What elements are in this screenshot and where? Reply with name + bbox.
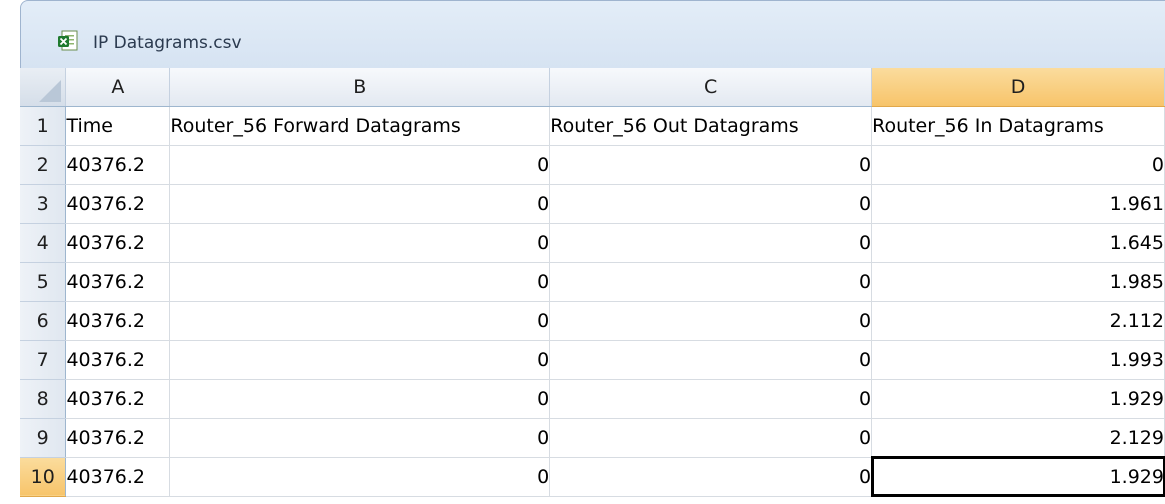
table-row: 5 40376.2 0 0 1.985 xyxy=(20,262,1165,302)
cell-b9[interactable]: 0 xyxy=(169,418,551,458)
column-header-a[interactable]: A xyxy=(65,68,171,107)
spreadsheet-window: IP Datagrams.csv A B C D 1 Time Router_5… xyxy=(0,0,1165,504)
cell-c4[interactable]: 0 xyxy=(549,223,873,263)
cell-a10[interactable]: 40376.2 xyxy=(65,457,171,497)
spreadsheet-grid: A B C D 1 Time Router_56 Forward Datagra… xyxy=(20,68,1165,497)
document-title: IP Datagrams.csv xyxy=(93,33,242,53)
cell-c10[interactable]: 0 xyxy=(549,457,873,497)
cell-b3[interactable]: 0 xyxy=(169,184,551,224)
cell-a4[interactable]: 40376.2 xyxy=(65,223,171,263)
cell-b7[interactable]: 0 xyxy=(169,340,551,380)
cell-c9[interactable]: 0 xyxy=(549,418,873,458)
cell-c7[interactable]: 0 xyxy=(549,340,873,380)
cell-c2[interactable]: 0 xyxy=(549,145,873,185)
cell-b6[interactable]: 0 xyxy=(169,301,551,341)
column-header-c[interactable]: C xyxy=(549,68,873,107)
cell-c1[interactable]: Router_56 Out Datagrams xyxy=(549,106,873,146)
cell-b1[interactable]: Router_56 Forward Datagrams xyxy=(169,106,551,146)
select-all-corner[interactable] xyxy=(20,68,67,107)
cell-d4[interactable]: 1.645 xyxy=(871,223,1165,263)
cell-b5[interactable]: 0 xyxy=(169,262,551,302)
cell-d1[interactable]: Router_56 In Datagrams xyxy=(871,106,1165,146)
row-header[interactable]: 10 xyxy=(20,457,67,497)
cell-a2[interactable]: 40376.2 xyxy=(65,145,171,185)
column-header-b[interactable]: B xyxy=(169,68,551,107)
excel-file-icon xyxy=(57,30,79,52)
cell-d6[interactable]: 2.112 xyxy=(871,301,1165,341)
table-row: 9 40376.2 0 0 2.129 xyxy=(20,418,1165,458)
row-header[interactable]: 3 xyxy=(20,184,67,224)
cell-d9[interactable]: 2.129 xyxy=(871,418,1165,458)
cell-d3[interactable]: 1.961 xyxy=(871,184,1165,224)
cell-a5[interactable]: 40376.2 xyxy=(65,262,171,302)
table-row: 2 40376.2 0 0 0 xyxy=(20,145,1165,185)
cell-d8[interactable]: 1.929 xyxy=(871,379,1165,419)
table-row: 4 40376.2 0 0 1.645 xyxy=(20,223,1165,263)
column-header-d[interactable]: D xyxy=(871,68,1165,107)
select-all-triangle-icon xyxy=(39,79,62,102)
cell-d5[interactable]: 1.985 xyxy=(871,262,1165,302)
row-header[interactable]: 4 xyxy=(20,223,67,263)
cell-b10[interactable]: 0 xyxy=(169,457,551,497)
table-row: 8 40376.2 0 0 1.929 xyxy=(20,379,1165,419)
table-row: 1 Time Router_56 Forward Datagrams Route… xyxy=(20,106,1165,146)
cell-a8[interactable]: 40376.2 xyxy=(65,379,171,419)
row-header[interactable]: 9 xyxy=(20,418,67,458)
row-header[interactable]: 8 xyxy=(20,379,67,419)
document-titlebar: IP Datagrams.csv xyxy=(20,0,1165,68)
cell-c3[interactable]: 0 xyxy=(549,184,873,224)
table-row: 6 40376.2 0 0 2.112 xyxy=(20,301,1165,341)
table-row: 10 40376.2 0 0 1.929 xyxy=(20,456,1165,497)
table-row: 7 40376.2 0 0 1.993 xyxy=(20,340,1165,380)
cell-c8[interactable]: 0 xyxy=(549,379,873,419)
cell-a9[interactable]: 40376.2 xyxy=(65,418,171,458)
cell-b8[interactable]: 0 xyxy=(169,379,551,419)
row-header[interactable]: 5 xyxy=(20,262,67,302)
cell-c5[interactable]: 0 xyxy=(549,262,873,302)
table-row: 3 40376.2 0 0 1.961 xyxy=(20,184,1165,224)
row-header[interactable]: 1 xyxy=(20,106,67,146)
row-header[interactable]: 6 xyxy=(20,301,67,341)
cell-d2[interactable]: 0 xyxy=(871,145,1165,185)
column-header-row: A B C D xyxy=(20,68,1165,107)
cell-a7[interactable]: 40376.2 xyxy=(65,340,171,380)
cell-b2[interactable]: 0 xyxy=(169,145,551,185)
cell-a1[interactable]: Time xyxy=(65,106,171,146)
row-header[interactable]: 7 xyxy=(20,340,67,380)
cell-a6[interactable]: 40376.2 xyxy=(65,301,171,341)
row-header[interactable]: 2 xyxy=(20,145,67,185)
cell-b4[interactable]: 0 xyxy=(169,223,551,263)
cell-a3[interactable]: 40376.2 xyxy=(65,184,171,224)
cell-c6[interactable]: 0 xyxy=(549,301,873,341)
cell-d10-active[interactable]: 1.929 xyxy=(870,456,1165,497)
cell-d7[interactable]: 1.993 xyxy=(871,340,1165,380)
